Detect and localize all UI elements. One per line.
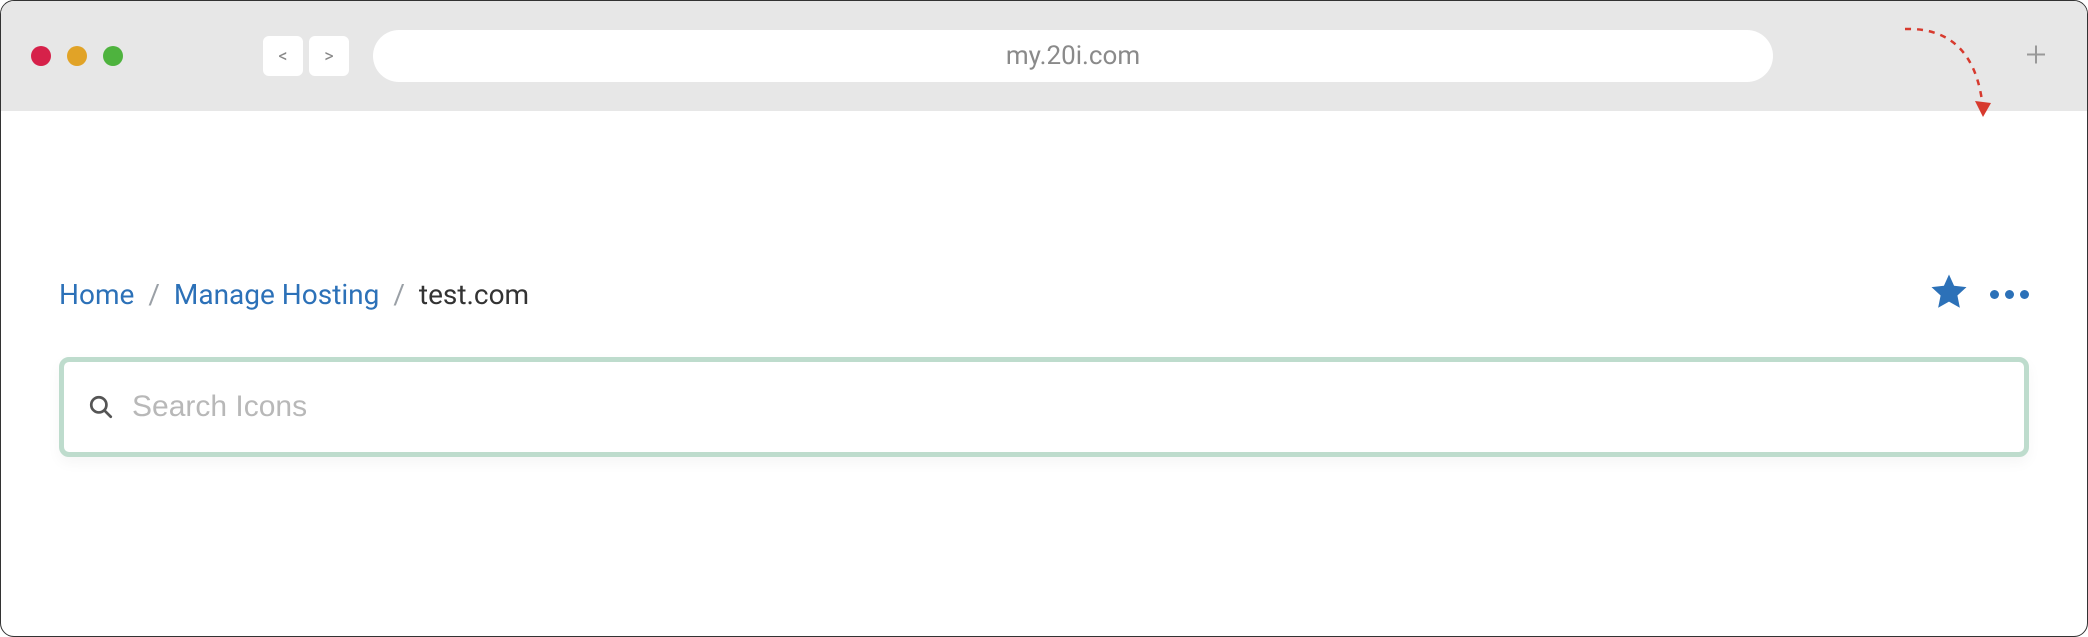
breadcrumb-separator: /	[393, 278, 405, 311]
traffic-lights	[31, 46, 123, 66]
breadcrumb-current: test.com	[419, 278, 529, 311]
search-input[interactable]	[132, 390, 2000, 424]
browser-window: < > my.20i.com Home / Manage Hosting /	[0, 0, 2088, 637]
more-icon	[2020, 290, 2029, 299]
url-bar[interactable]: my.20i.com	[373, 30, 1773, 82]
breadcrumb-row: Home / Manage Hosting / test.com	[59, 271, 2029, 317]
nav-back-button[interactable]: <	[263, 36, 303, 76]
nav-forward-button[interactable]: >	[309, 36, 349, 76]
more-icon	[1990, 290, 1999, 299]
close-window-icon[interactable]	[31, 46, 51, 66]
search-box[interactable]	[59, 357, 2029, 457]
maximize-window-icon[interactable]	[103, 46, 123, 66]
breadcrumb-home[interactable]: Home	[59, 278, 134, 311]
breadcrumb-manage-hosting[interactable]: Manage Hosting	[174, 278, 379, 311]
page-content: Home / Manage Hosting / test.com	[1, 111, 2087, 457]
more-icon	[2005, 290, 2014, 299]
more-options-button[interactable]	[1990, 290, 2029, 299]
breadcrumb-separator: /	[148, 278, 160, 311]
browser-chrome: < > my.20i.com	[1, 1, 2087, 111]
page-actions	[1928, 271, 2029, 317]
new-tab-button[interactable]	[2025, 39, 2047, 74]
breadcrumb: Home / Manage Hosting / test.com	[59, 278, 529, 311]
star-icon	[1928, 271, 1970, 313]
plus-icon	[2025, 44, 2047, 66]
nav-buttons: < >	[263, 36, 349, 76]
search-icon	[88, 394, 114, 420]
favorite-button[interactable]	[1928, 271, 1970, 317]
minimize-window-icon[interactable]	[67, 46, 87, 66]
